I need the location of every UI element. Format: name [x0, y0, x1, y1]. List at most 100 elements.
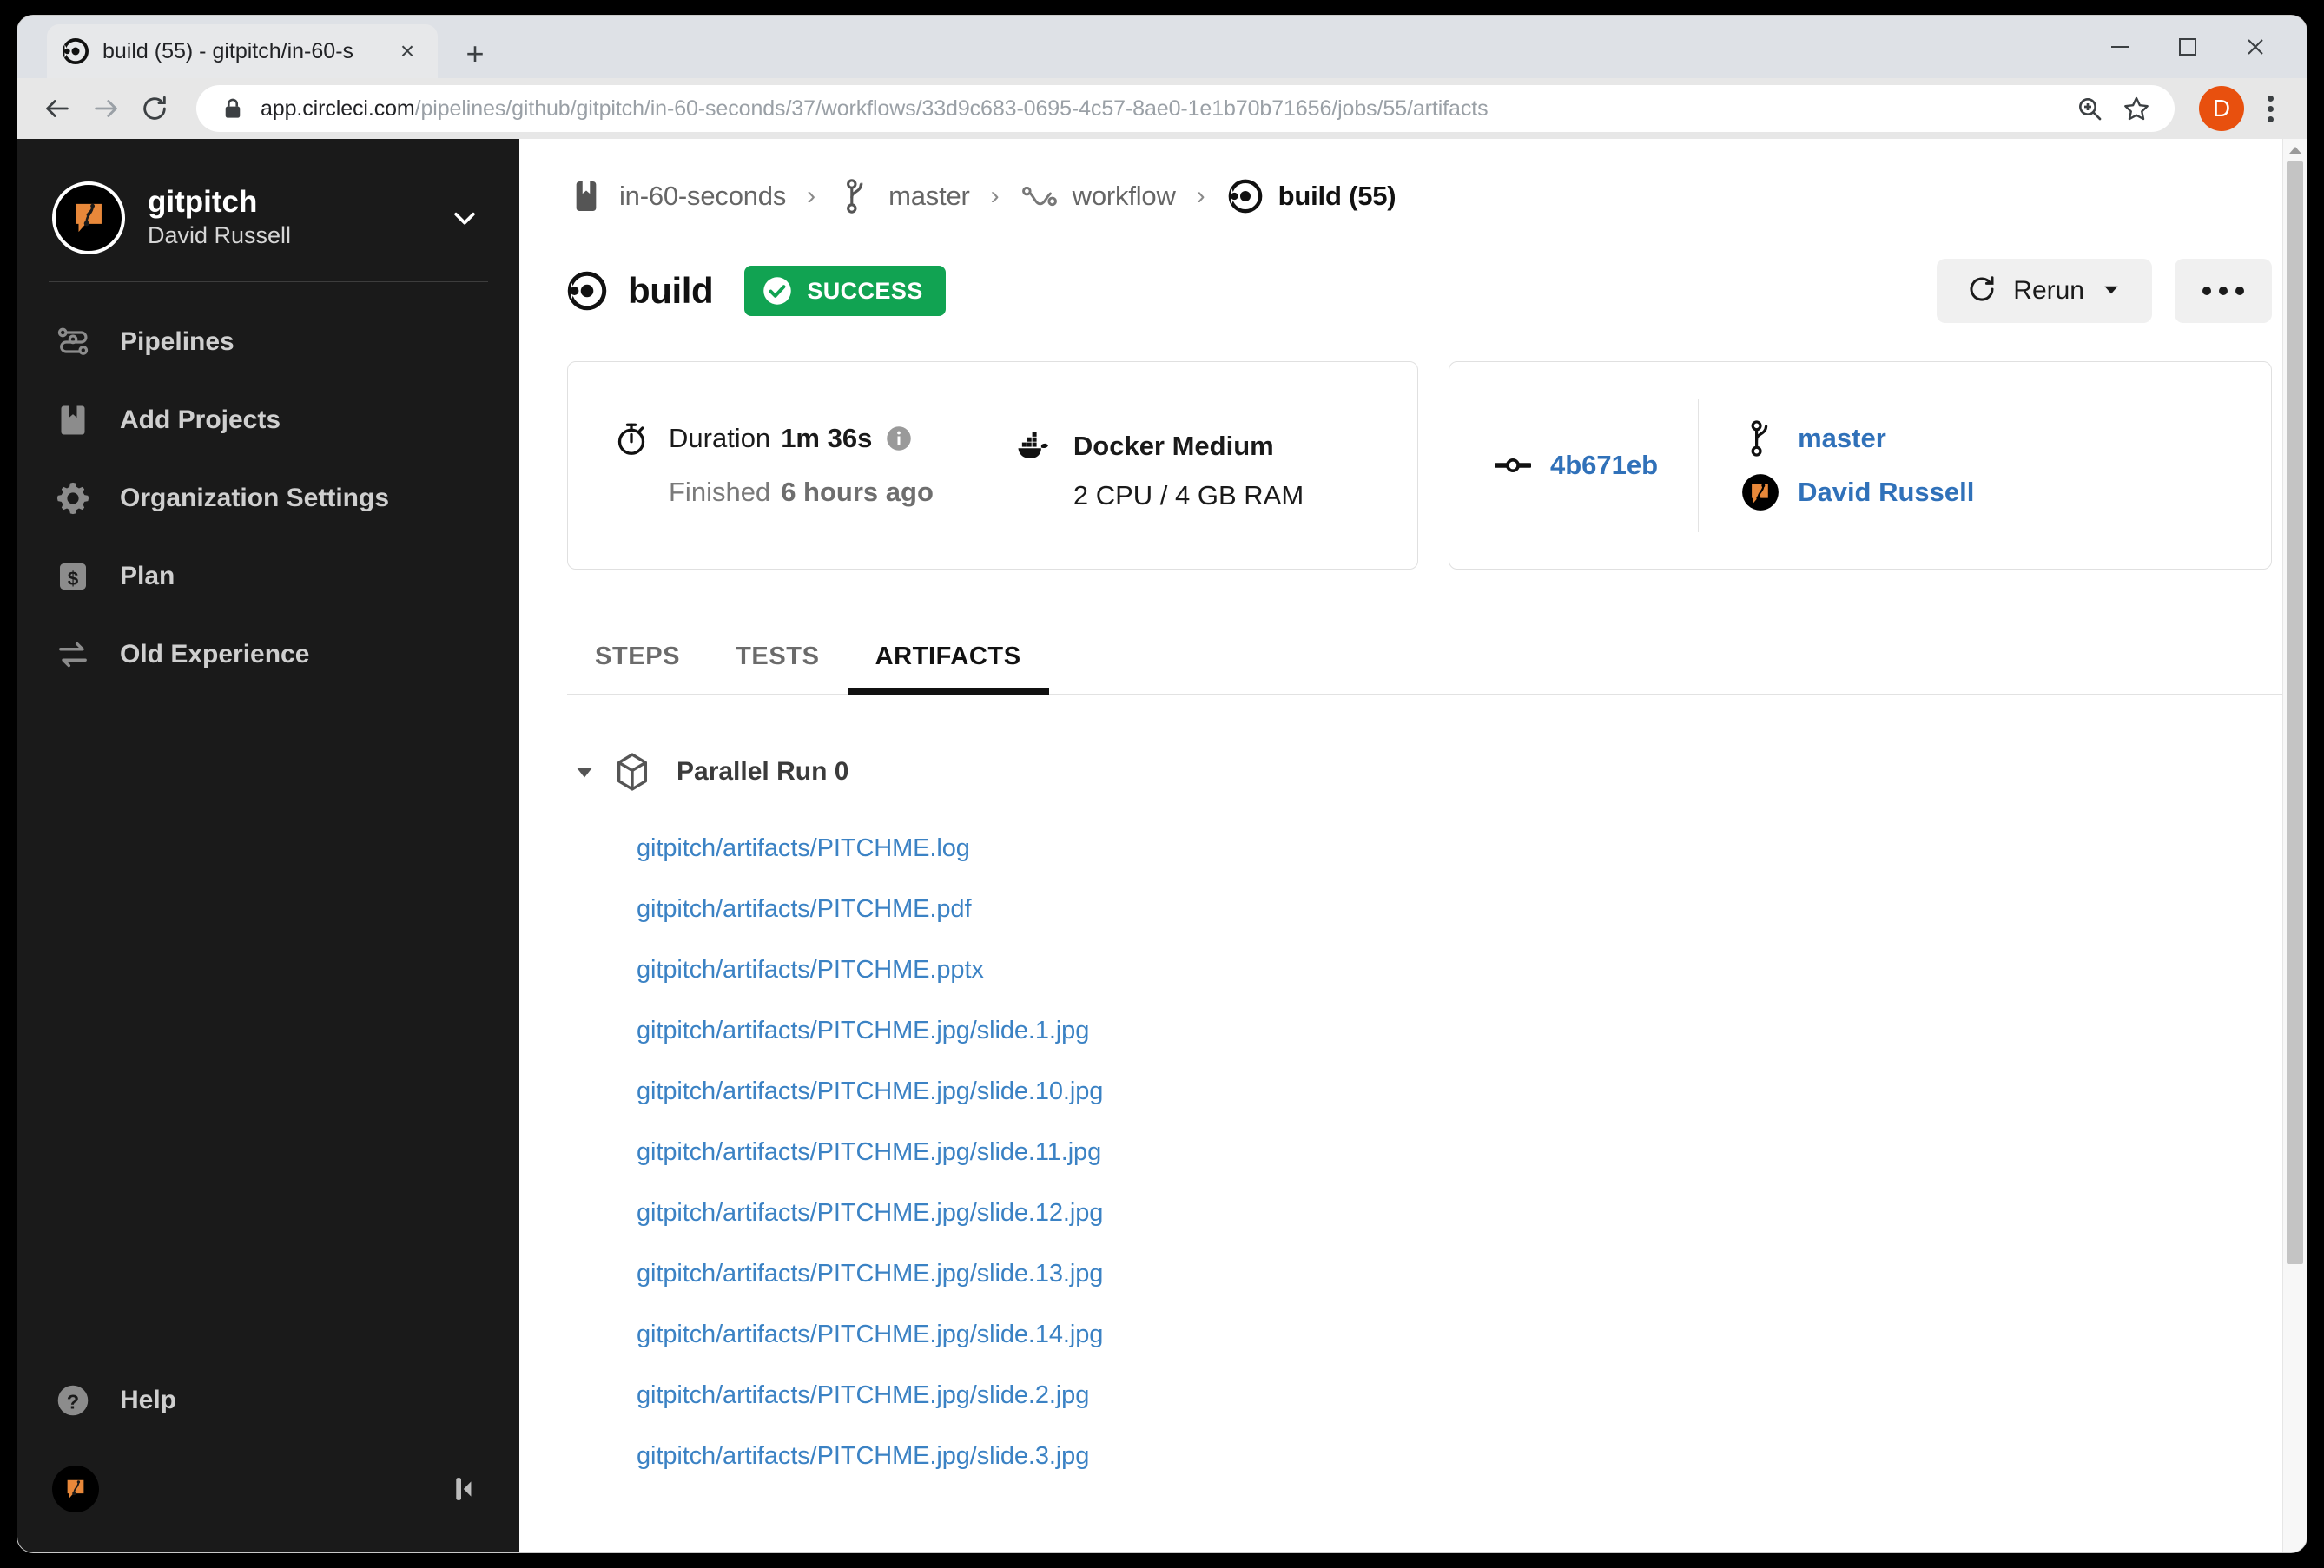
artifact-group-label: Parallel Run 0 [677, 757, 849, 786]
window-controls [2086, 16, 2289, 78]
minimize-icon[interactable] [2086, 16, 2154, 78]
breadcrumb-item-project[interactable]: in-60-seconds [567, 179, 786, 214]
bookmark-star-icon[interactable] [2116, 88, 2157, 129]
docker-icon [1016, 431, 1056, 462]
artifact-group-header[interactable]: Parallel Run 0 [567, 741, 2307, 802]
job-vcs-card: 4b671eb master David Russell [1449, 361, 2272, 570]
artifact-list: gitpitch/artifacts/PITCHME.log gitpitch/… [567, 818, 2307, 1486]
main-inner: in-60-seconds › master › workflow › buil… [519, 139, 2307, 1486]
commit-link[interactable]: 4b671eb [1550, 450, 1658, 481]
sidebar-footer: ? Help [17, 1374, 519, 1552]
user-avatar[interactable] [52, 1466, 99, 1512]
duration-column: Duration 1m 36s Finished 6 hours ago [568, 412, 974, 519]
breadcrumb-label: master [888, 181, 970, 211]
circleci-icon [567, 271, 609, 311]
page-scrollbar[interactable] [2282, 139, 2307, 1552]
sidebar-nav: Pipelines Add Projects Organization Sett… [17, 315, 519, 706]
scroll-up-icon[interactable] [2283, 139, 2307, 161]
caret-down-icon[interactable] [567, 761, 602, 783]
address-bar[interactable]: app.circleci.com/pipelines/github/gitpit… [196, 85, 2175, 132]
artifact-link[interactable]: gitpitch/artifacts/PITCHME.log [567, 818, 2307, 879]
more-options-button[interactable] [2175, 259, 2272, 323]
org-avatar [52, 181, 125, 254]
breadcrumb-item-workflow[interactable]: workflow [1020, 181, 1176, 212]
job-header: build SUCCESS Rerun [567, 259, 2307, 323]
pipelines-icon [52, 321, 94, 363]
gear-icon [52, 478, 94, 519]
artifact-link[interactable]: gitpitch/artifacts/PITCHME.jpg/slide.2.j… [567, 1365, 2307, 1426]
zoom-in-icon[interactable] [2069, 88, 2110, 129]
artifact-link[interactable]: gitpitch/artifacts/PITCHME.jpg/slide.3.j… [567, 1426, 2307, 1486]
executor-column: Docker Medium 2 CPU / 4 GB RAM [974, 419, 1304, 511]
browser-window: build (55) - gitpitch/in-60-s × + app.ci… [17, 16, 2307, 1552]
stopwatch-icon [611, 420, 651, 457]
finished-value: 6 hours ago [781, 477, 934, 507]
sidebar-item-plan[interactable]: $ Plan [17, 550, 519, 603]
page-content: gitpitch David Russell Pipelines Add Pro… [17, 139, 2307, 1552]
duration-label: Duration [669, 423, 771, 453]
job-timing-card: Duration 1m 36s Finished 6 hours ago Doc… [567, 361, 1418, 570]
bookmark-icon [52, 399, 94, 441]
scrollbar-thumb[interactable] [2287, 161, 2303, 1264]
svg-text:?: ? [67, 1390, 79, 1413]
new-tab-button[interactable]: + [456, 35, 494, 73]
job-actions: Rerun [1937, 259, 2272, 323]
artifact-link[interactable]: gitpitch/artifacts/PITCHME.jpg/slide.1.j… [567, 1000, 2307, 1061]
browser-menu-icon[interactable] [2249, 86, 2291, 131]
reload-icon[interactable] [130, 84, 179, 133]
sidebar-item-label: Old Experience [120, 640, 310, 669]
collapse-sidebar-icon[interactable] [438, 1466, 485, 1512]
author-link[interactable]: David Russell [1798, 477, 1974, 508]
tab-steps[interactable]: STEPS [567, 642, 708, 694]
commit-icon [1493, 454, 1533, 477]
sidebar-item-old-experience[interactable]: Old Experience [17, 628, 519, 682]
branch-author-column: master David Russell [1699, 412, 1974, 519]
check-circle-icon [762, 275, 793, 306]
artifact-link[interactable]: gitpitch/artifacts/PITCHME.jpg/slide.13.… [567, 1243, 2307, 1304]
cube-icon [612, 752, 652, 792]
branch-icon [1740, 419, 1780, 458]
artifact-link[interactable]: gitpitch/artifacts/PITCHME.jpg/slide.10.… [567, 1061, 2307, 1122]
close-icon[interactable]: × [393, 36, 422, 66]
main-content: in-60-seconds › master › workflow › buil… [519, 139, 2307, 1552]
tab-artifacts[interactable]: ARTIFACTS [847, 642, 1049, 695]
sidebar-item-pipelines[interactable]: Pipelines [17, 315, 519, 369]
breadcrumb-label: build (55) [1278, 181, 1396, 211]
breadcrumb-separator: › [990, 181, 1000, 210]
tab-tests[interactable]: TESTS [708, 642, 847, 694]
chevron-down-icon[interactable] [443, 203, 486, 233]
lock-icon [222, 97, 245, 120]
sidebar-item-organization-settings[interactable]: Organization Settings [17, 471, 519, 525]
rerun-button[interactable]: Rerun [1937, 259, 2152, 323]
org-text: gitpitch David Russell [148, 185, 443, 250]
close-icon[interactable] [2222, 16, 2289, 78]
workflow-icon [1020, 183, 1059, 209]
job-tabs: STEPS TESTS ARTIFACTS [567, 615, 2307, 695]
artifact-link[interactable]: gitpitch/artifacts/PITCHME.jpg/slide.14.… [567, 1304, 2307, 1365]
circleci-icon [1226, 179, 1264, 214]
org-switcher[interactable]: gitpitch David Russell [17, 139, 519, 267]
breadcrumb-separator: › [1196, 181, 1205, 210]
forward-icon[interactable] [82, 84, 130, 133]
circleci-icon [63, 38, 89, 64]
breadcrumb-item-branch[interactable]: master [836, 178, 970, 214]
info-icon[interactable] [886, 425, 912, 451]
svg-text:$: $ [68, 568, 79, 590]
sidebar-item-add-projects[interactable]: Add Projects [17, 393, 519, 447]
help-icon: ? [52, 1380, 94, 1421]
branch-link[interactable]: master [1798, 423, 1886, 454]
commit-column: 4b671eb [1449, 438, 1698, 492]
browser-tab[interactable]: build (55) - gitpitch/in-60-s × [47, 24, 438, 78]
back-icon[interactable] [33, 84, 82, 133]
artifact-link[interactable]: gitpitch/artifacts/PITCHME.jpg/slide.12.… [567, 1183, 2307, 1243]
sidebar-item-help[interactable]: ? Help [17, 1374, 519, 1427]
maximize-icon[interactable] [2154, 16, 2222, 78]
swap-arrows-icon [52, 634, 94, 675]
dollar-icon: $ [52, 556, 94, 597]
status-badge: SUCCESS [744, 266, 946, 316]
artifact-link[interactable]: gitpitch/artifacts/PITCHME.jpg/slide.11.… [567, 1122, 2307, 1183]
artifact-link[interactable]: gitpitch/artifacts/PITCHME.pptx [567, 939, 2307, 1000]
profile-avatar[interactable]: D [2199, 86, 2244, 131]
artifact-link[interactable]: gitpitch/artifacts/PITCHME.pdf [567, 879, 2307, 939]
url-text: app.circleci.com/pipelines/github/gitpit… [261, 96, 2063, 122]
